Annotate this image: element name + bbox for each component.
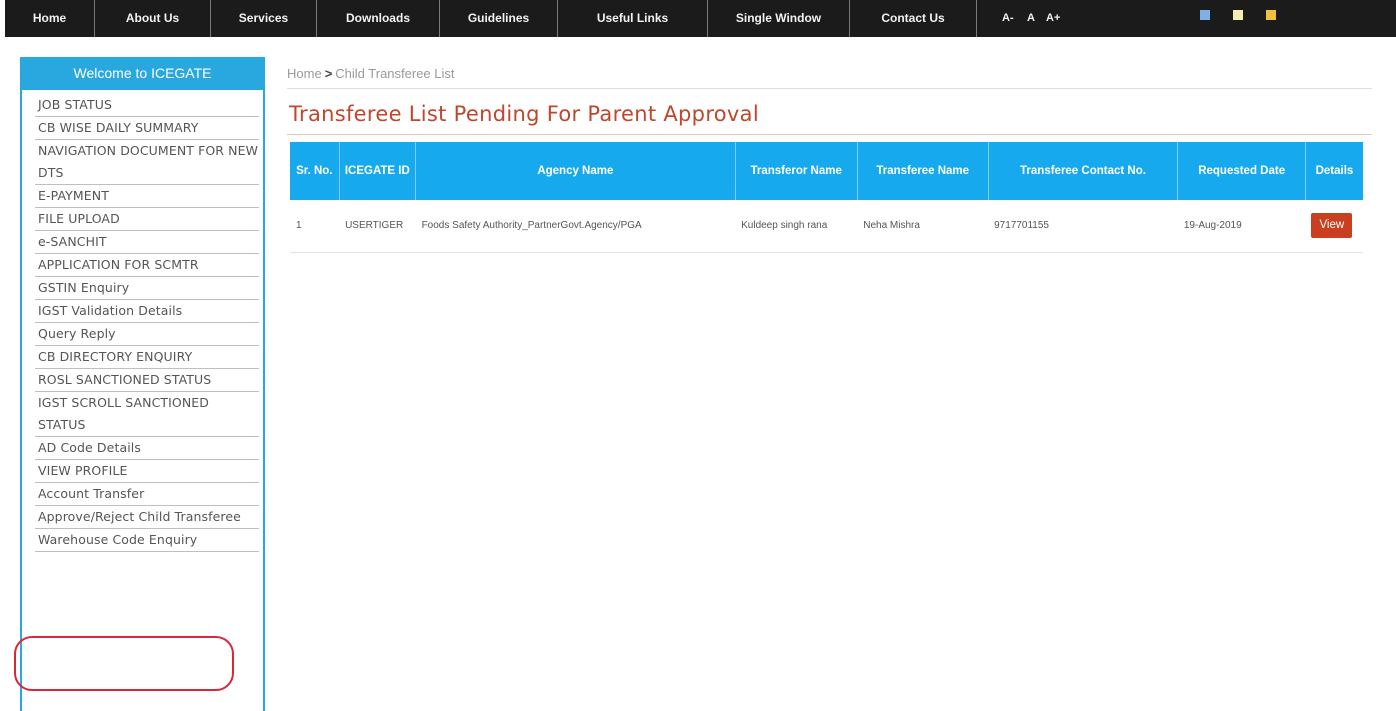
font-size-normal[interactable]: A (1027, 0, 1035, 37)
header-agency-name: Agency Name (415, 142, 736, 200)
cell-agency-name: Foods Safety Authority_PartnerGovt.Agenc… (415, 200, 736, 253)
cell-transferee-name: Neha Mishra (857, 200, 989, 253)
sidebar-item-query-reply[interactable]: Query Reply (35, 323, 259, 346)
transferee-table: Sr. No. ICEGATE ID Agency Name Transfero… (290, 142, 1363, 253)
nav-single-window[interactable]: Single Window (708, 0, 850, 37)
nav-downloads[interactable]: Downloads (317, 0, 440, 37)
sidebar-item-file-upload[interactable]: FILE UPLOAD (35, 208, 259, 231)
breadcrumb-separator: > (324, 66, 333, 81)
sidebar-item-rosl-sanctioned[interactable]: ROSL SANCTIONED STATUS (35, 369, 259, 392)
nav-about-us[interactable]: About Us (95, 0, 211, 37)
header-contact-no: Transferee Contact No. (988, 142, 1179, 200)
theme-yellow-swatch[interactable] (1266, 10, 1276, 20)
font-size-increase[interactable]: A+ (1046, 0, 1060, 37)
nav-useful-links[interactable]: Useful Links (558, 0, 708, 37)
sidebar-item-view-profile[interactable]: VIEW PROFILE (35, 460, 259, 483)
header-details: Details (1305, 142, 1363, 200)
cell-contact-no: 9717701155 (988, 200, 1178, 253)
breadcrumb: Home > Child Transferee List (287, 66, 455, 81)
nav-services[interactable]: Services (211, 0, 317, 37)
title-divider (287, 134, 1372, 135)
sidebar-list: JOB STATUS CB WISE DAILY SUMMARY NAVIGAT… (22, 90, 263, 552)
sidebar-item-e-payment[interactable]: E-PAYMENT (35, 185, 259, 208)
cell-details: View (1305, 200, 1363, 253)
sidebar-menu: Welcome to ICEGATE JOB STATUS CB WISE DA… (20, 57, 265, 711)
breadcrumb-home[interactable]: Home (287, 66, 322, 81)
sidebar-item-igst-scroll[interactable]: IGST SCROLL SANCTIONED STATUS (35, 392, 259, 437)
sidebar-item-navigation-document[interactable]: NAVIGATION DOCUMENT FOR NEW DTS (35, 140, 259, 185)
sidebar-item-ad-code[interactable]: AD Code Details (35, 437, 259, 460)
font-size-decrease[interactable]: A- (1002, 0, 1014, 37)
page-title: Transferee List Pending For Parent Appro… (289, 102, 759, 126)
sidebar-item-e-sanchit[interactable]: e-SANCHIT (35, 231, 259, 254)
sidebar-item-warehouse-code[interactable]: Warehouse Code Enquiry (35, 529, 259, 552)
theme-blue-swatch[interactable] (1200, 10, 1210, 20)
cell-transferor-name: Kuldeep singh rana (735, 200, 858, 253)
sidebar-item-cb-directory[interactable]: CB DIRECTORY ENQUIRY (35, 346, 259, 369)
sidebar-title: Welcome to ICEGATE (22, 57, 263, 90)
theme-cream-swatch[interactable] (1233, 10, 1243, 20)
top-navigation-bar: Home About Us Services Downloads Guideli… (5, 0, 1396, 37)
header-requested-date: Requested Date (1177, 142, 1306, 200)
header-icegate-id: ICEGATE ID (339, 142, 417, 200)
breadcrumb-divider (287, 88, 1372, 89)
sidebar-item-cb-wise-daily-summary[interactable]: CB WISE DAILY SUMMARY (35, 117, 259, 140)
breadcrumb-current: Child Transferee List (335, 66, 455, 81)
sidebar-item-account-transfer[interactable]: Account Transfer (35, 483, 259, 506)
header-transferor-name: Transferor Name (735, 142, 858, 200)
sidebar-item-approve-reject-child[interactable]: Approve/Reject Child Transferee (35, 506, 259, 529)
nav-home[interactable]: Home (5, 0, 95, 37)
sidebar-item-igst-validation[interactable]: IGST Validation Details (35, 300, 259, 323)
table-row: 1 USERTIGER Foods Safety Authority_Partn… (290, 200, 1363, 253)
sidebar-item-application-scmtr[interactable]: APPLICATION FOR SCMTR (35, 254, 259, 277)
cell-sr-no: 1 (290, 200, 340, 253)
sidebar-item-job-status[interactable]: JOB STATUS (35, 90, 259, 117)
sidebar-item-gstin-enquiry[interactable]: GSTIN Enquiry (35, 277, 259, 300)
nav-contact-us[interactable]: Contact Us (850, 0, 977, 37)
nav-guidelines[interactable]: Guidelines (440, 0, 558, 37)
cell-icegate-id: USERTIGER (339, 200, 416, 253)
header-transferee-name: Transferee Name (857, 142, 989, 200)
table-header-row: Sr. No. ICEGATE ID Agency Name Transfero… (290, 142, 1363, 200)
header-sr-no: Sr. No. (290, 142, 340, 200)
view-button[interactable]: View (1311, 213, 1353, 239)
cell-requested-date: 19-Aug-2019 (1177, 200, 1306, 253)
